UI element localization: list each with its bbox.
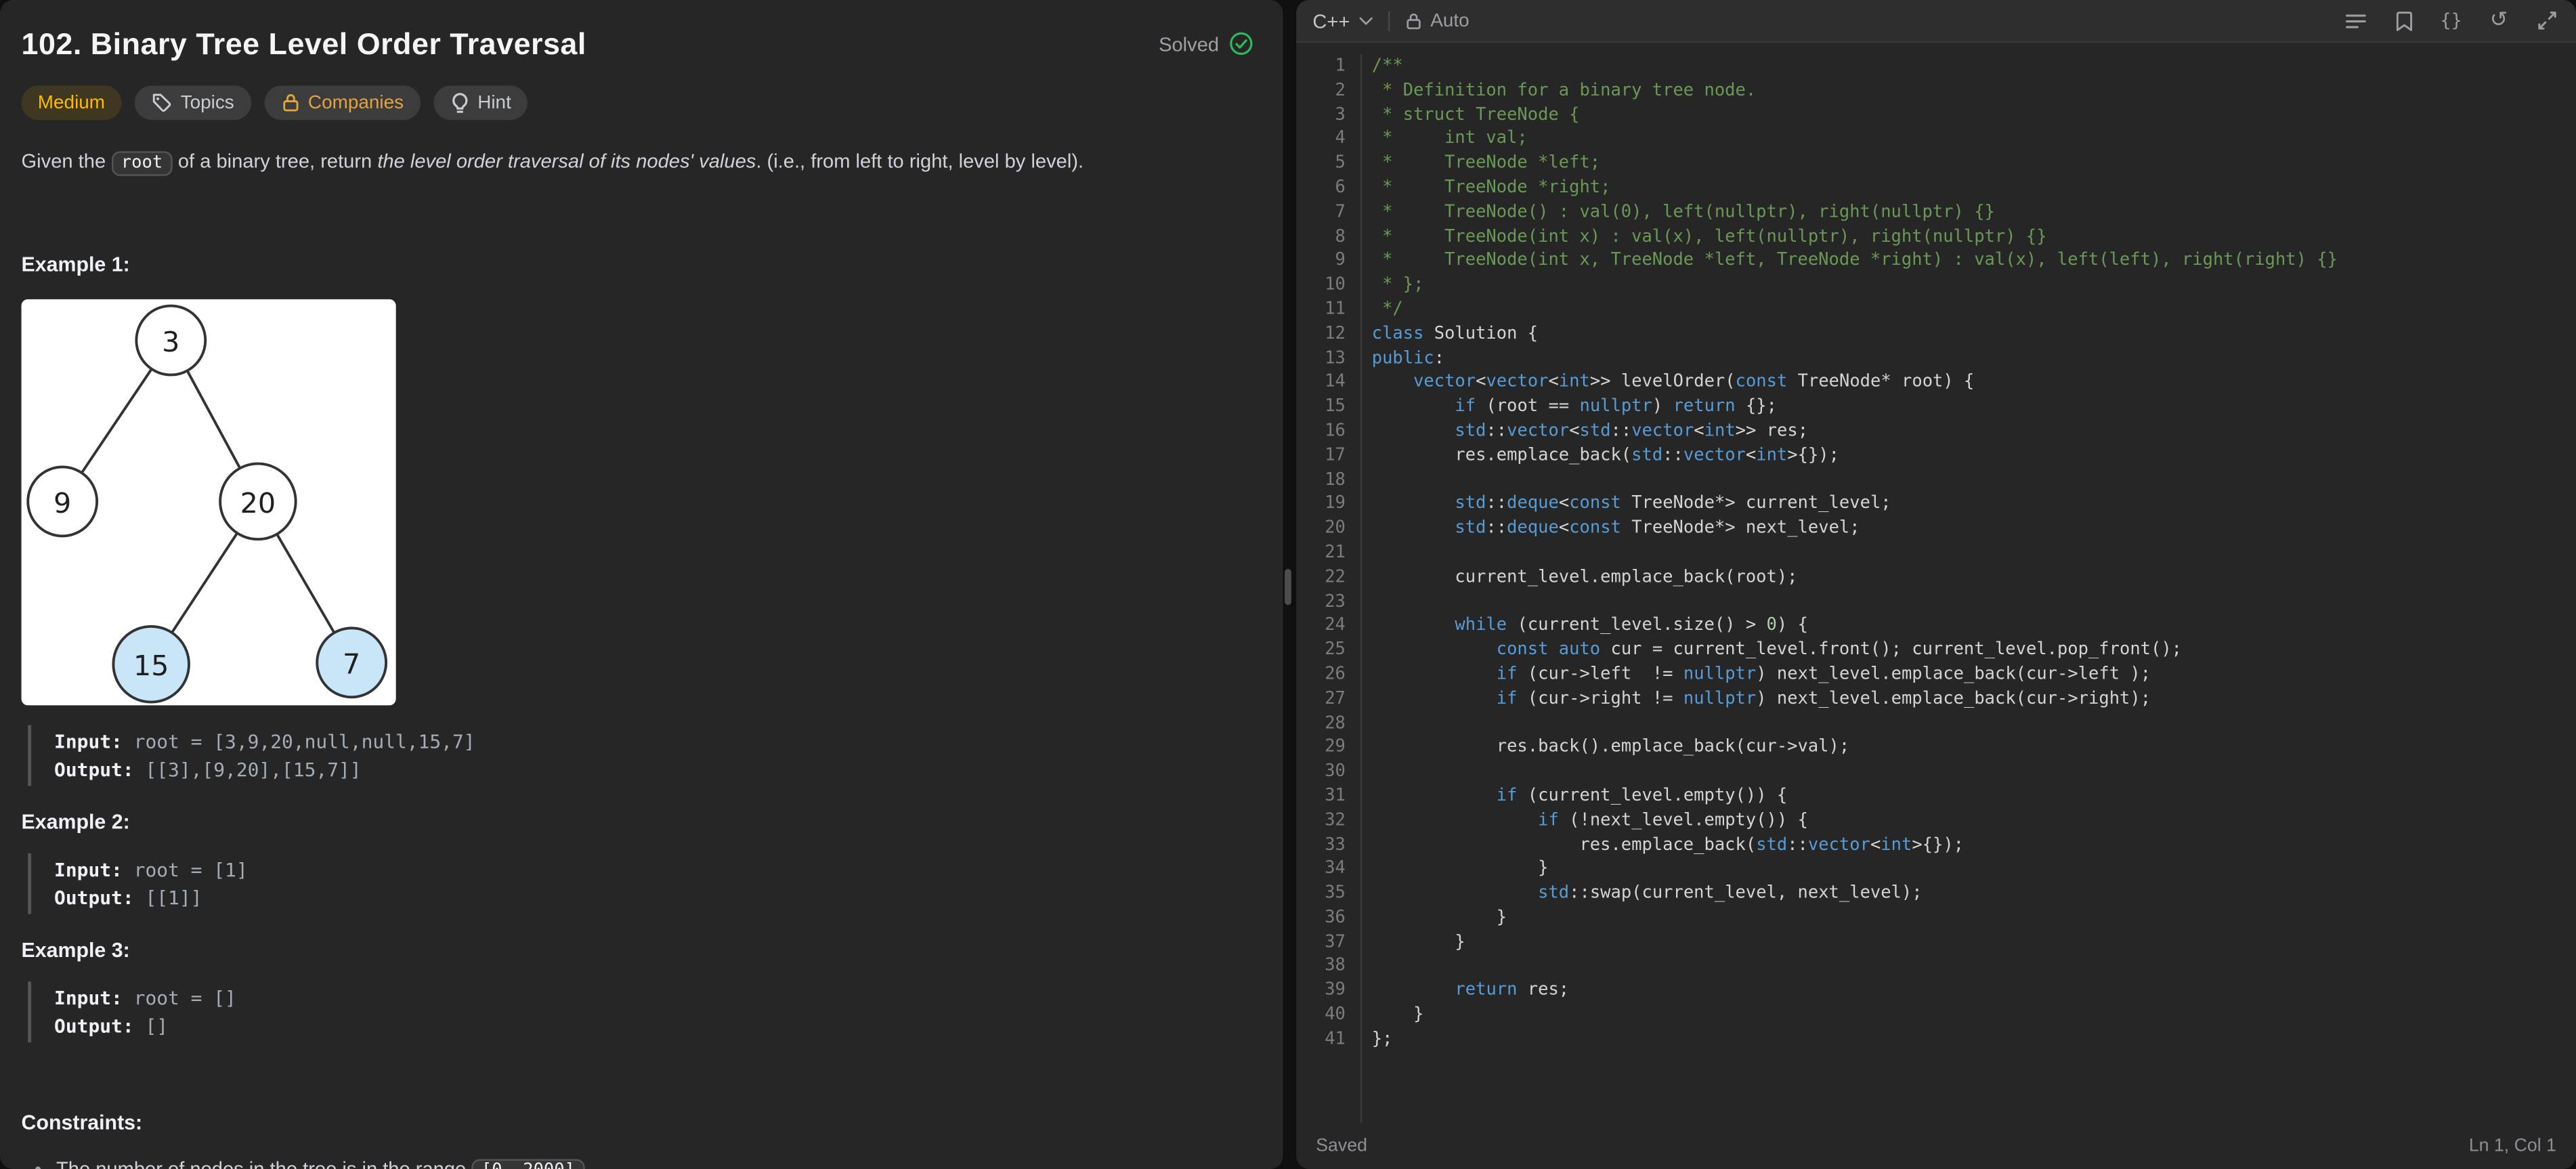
bullet-dot: • bbox=[35, 1156, 41, 1169]
editor-header: C++ Auto bbox=[1296, 0, 2576, 43]
output-label: Output: bbox=[54, 757, 134, 780]
solved-status[interactable]: Solved bbox=[1159, 31, 1253, 56]
bookmark-icon[interactable] bbox=[2390, 7, 2417, 34]
example-1-label: Example 1: bbox=[22, 253, 1254, 276]
input-value: root = [1] bbox=[123, 858, 248, 881]
panel-resize-handle[interactable] bbox=[1285, 569, 1291, 605]
description-emphasis: the level order traversal of its nodes' … bbox=[377, 150, 756, 173]
input-label: Input: bbox=[54, 987, 123, 1010]
svg-text:7: 7 bbox=[343, 648, 360, 681]
svg-text:9: 9 bbox=[53, 487, 71, 519]
solved-check-icon bbox=[1229, 31, 1253, 56]
title-row: 102. Binary Tree Level Order Traversal S… bbox=[22, 26, 1254, 62]
solved-label: Solved bbox=[1159, 32, 1219, 55]
input-value: root = [3,9,20,null,null,15,7] bbox=[123, 730, 475, 753]
code-editor[interactable]: 1234567891011121314151617181920212223242… bbox=[1296, 43, 2576, 1123]
example-1-io: Input: root = [3,9,20,null,null,15,7] Ou… bbox=[28, 725, 1253, 786]
hint-chip[interactable]: Hint bbox=[433, 85, 528, 120]
topics-chip[interactable]: Topics bbox=[135, 85, 251, 120]
problem-panel: 102. Binary Tree Level Order Traversal S… bbox=[0, 0, 1283, 1169]
svg-text:20: 20 bbox=[240, 487, 276, 519]
output-label: Output: bbox=[54, 1014, 134, 1037]
lock-icon bbox=[280, 92, 300, 114]
example-3-label: Example 3: bbox=[22, 939, 1254, 962]
editor-header-actions: {} ↺ bbox=[2343, 7, 2560, 34]
constraint-item: • The number of nodes in the tree is in … bbox=[35, 1156, 1253, 1169]
output-value: [[1]] bbox=[134, 885, 202, 908]
example-2-io: Input: root = [1] Output: [[1]] bbox=[28, 853, 1253, 914]
example-input-line: Input: root = [1] bbox=[54, 857, 1253, 884]
code-lines[interactable]: /** * Definition for a binary tree node.… bbox=[1362, 54, 2576, 1123]
language-selector[interactable]: C++ bbox=[1312, 9, 1373, 32]
header-divider bbox=[1388, 11, 1389, 30]
fullscreen-icon[interactable] bbox=[2533, 7, 2560, 34]
difficulty-label: Medium bbox=[38, 93, 105, 112]
companies-label: Companies bbox=[308, 93, 404, 112]
description-text: . (i.e., from left to right, level by le… bbox=[756, 150, 1083, 173]
problem-content: 102. Binary Tree Level Order Traversal S… bbox=[0, 0, 1283, 1169]
example-2-label: Example 2: bbox=[22, 811, 1254, 834]
tree-svg: 3 9 20 15 7 bbox=[22, 299, 396, 706]
constraint-text: The number of nodes in the tree is in th… bbox=[56, 1156, 591, 1169]
example-input-line: Input: root = [] bbox=[54, 985, 1253, 1012]
constraints-label: Constraints: bbox=[22, 1111, 1254, 1134]
companies-chip[interactable]: Companies bbox=[263, 85, 420, 120]
example-3-io: Input: root = [] Output: [] bbox=[28, 981, 1253, 1042]
input-value: root = [] bbox=[123, 987, 236, 1010]
language-label: C++ bbox=[1312, 9, 1350, 32]
example-input-line: Input: root = [3,9,20,null,null,15,7] bbox=[54, 728, 1253, 755]
hint-label: Hint bbox=[477, 93, 511, 112]
problem-description: Given the root of a binary tree, return … bbox=[22, 148, 1254, 177]
input-label: Input: bbox=[54, 730, 123, 753]
editor-panel: C++ Auto bbox=[1296, 0, 2576, 1169]
reset-code-icon[interactable]: ↺ bbox=[2486, 7, 2512, 34]
reset-glyph: ↺ bbox=[2490, 8, 2508, 33]
autosave-label: Auto bbox=[1430, 11, 1469, 30]
output-value: [[3],[9,20],[15,7]] bbox=[134, 757, 362, 780]
lock-icon bbox=[1404, 11, 1422, 30]
example-output-line: Output: [] bbox=[54, 1012, 1253, 1039]
notes-icon[interactable] bbox=[2343, 7, 2369, 34]
difficulty-badge[interactable]: Medium bbox=[22, 85, 122, 120]
chevron-down-icon bbox=[1358, 16, 1373, 26]
input-label: Input: bbox=[54, 858, 123, 881]
description-text: Given the bbox=[22, 150, 112, 173]
svg-text:15: 15 bbox=[133, 650, 169, 682]
saved-status: Saved bbox=[1316, 1136, 1367, 1155]
lightbulb-icon bbox=[450, 91, 469, 114]
inline-code-range: [0, 2000] bbox=[471, 1159, 584, 1169]
svg-text:3: 3 bbox=[162, 326, 179, 358]
example-output-line: Output: [[1]] bbox=[54, 884, 1253, 911]
editor-status-bar: Saved Ln 1, Col 1 bbox=[1296, 1123, 2576, 1169]
inline-code-root: root bbox=[111, 151, 172, 175]
format-code-icon[interactable]: {} bbox=[2438, 7, 2464, 34]
output-label: Output: bbox=[54, 885, 134, 908]
topics-label: Topics bbox=[181, 93, 234, 112]
tags-row: Medium Topics Companies bbox=[22, 85, 1254, 120]
braces-glyph: {} bbox=[2441, 10, 2462, 32]
line-numbers: 1234567891011121314151617181920212223242… bbox=[1296, 54, 1362, 1123]
leetcode-workspace: 102. Binary Tree Level Order Traversal S… bbox=[0, 0, 2576, 1169]
output-value: [] bbox=[134, 1014, 168, 1037]
autosave-indicator[interactable]: Auto bbox=[1404, 11, 1469, 30]
example-output-line: Output: [[3],[9,20],[15,7]] bbox=[54, 755, 1253, 782]
description-text: of a binary tree, return bbox=[173, 150, 378, 173]
tree-figure: 3 9 20 15 7 bbox=[22, 299, 396, 706]
cursor-position: Ln 1, Col 1 bbox=[2469, 1136, 2556, 1155]
problem-title: 102. Binary Tree Level Order Traversal bbox=[22, 26, 586, 62]
tag-icon bbox=[151, 92, 173, 114]
